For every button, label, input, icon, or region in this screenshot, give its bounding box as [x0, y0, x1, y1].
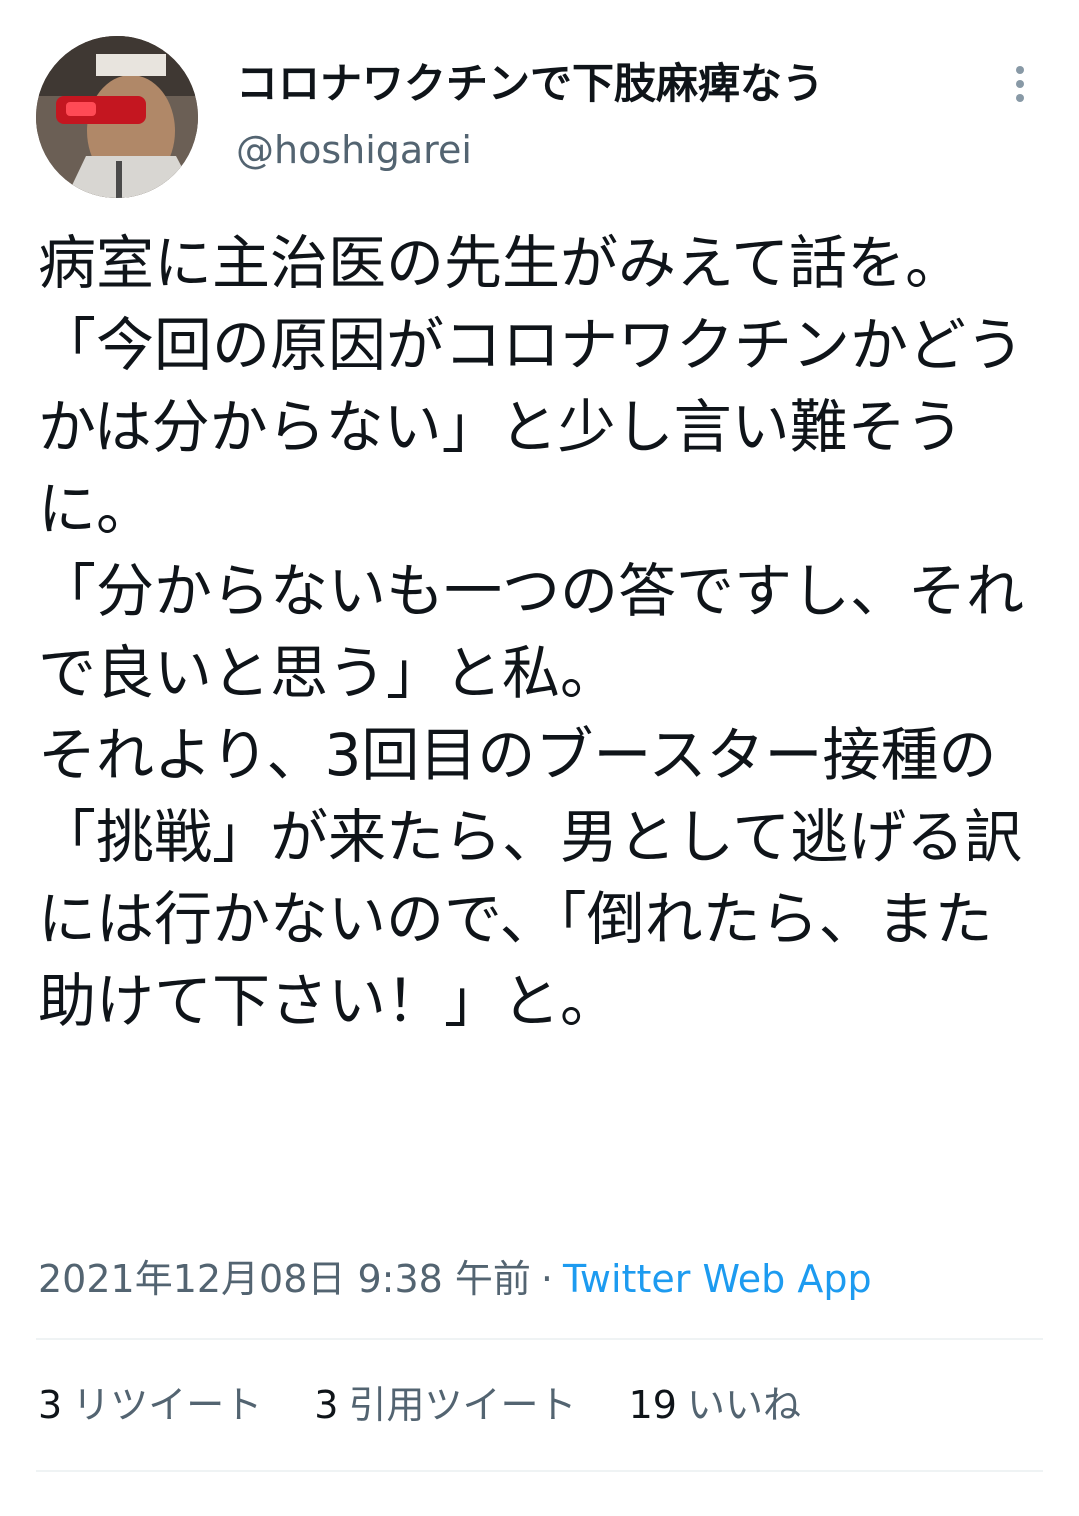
retweets-label: リツイート: [72, 1383, 263, 1427]
display-name[interactable]: コロナワクチンで下肢麻痺なう: [236, 58, 824, 110]
avatar-image: [36, 36, 198, 198]
tweet-timestamp[interactable]: 2021年12月08日 9:38 午前: [38, 1257, 531, 1301]
divider: [36, 1470, 1043, 1472]
meta-separator: ·: [540, 1257, 553, 1301]
avatar[interactable]: [36, 36, 198, 198]
quotes-label: 引用ツイート: [348, 1383, 577, 1427]
likes-count: 19: [628, 1383, 677, 1427]
tweet-detail: コロナワクチンで下肢麻痺なう @hoshigarei 病室に主治医の先生がみえて…: [0, 0, 1079, 1516]
user-handle[interactable]: @hoshigarei: [236, 126, 472, 174]
likes-stat[interactable]: 19 いいね: [629, 1380, 801, 1430]
retweets-count: 3: [38, 1383, 63, 1427]
more-options-button[interactable]: [1000, 62, 1040, 106]
quotes-count: 3: [314, 1383, 339, 1427]
tweet-stats: 3 リツイート 3 引用ツイート 19 いいね: [38, 1380, 841, 1430]
more-vertical-icon: [1016, 66, 1024, 102]
tweet-text: 病室に主治医の先生がみえて話を。 「今回の原因がコロナワクチンかどうかは分からな…: [38, 229, 1025, 1035]
divider: [36, 1338, 1043, 1340]
tweet-source-link[interactable]: Twitter Web App: [563, 1257, 872, 1301]
likes-label: いいね: [686, 1383, 801, 1427]
retweets-stat[interactable]: 3 リツイート: [38, 1380, 262, 1430]
tweet-meta: 2021年12月08日 9:38 午前 · Twitter Web App: [38, 1254, 872, 1304]
quotes-stat[interactable]: 3 引用ツイート: [314, 1380, 576, 1430]
